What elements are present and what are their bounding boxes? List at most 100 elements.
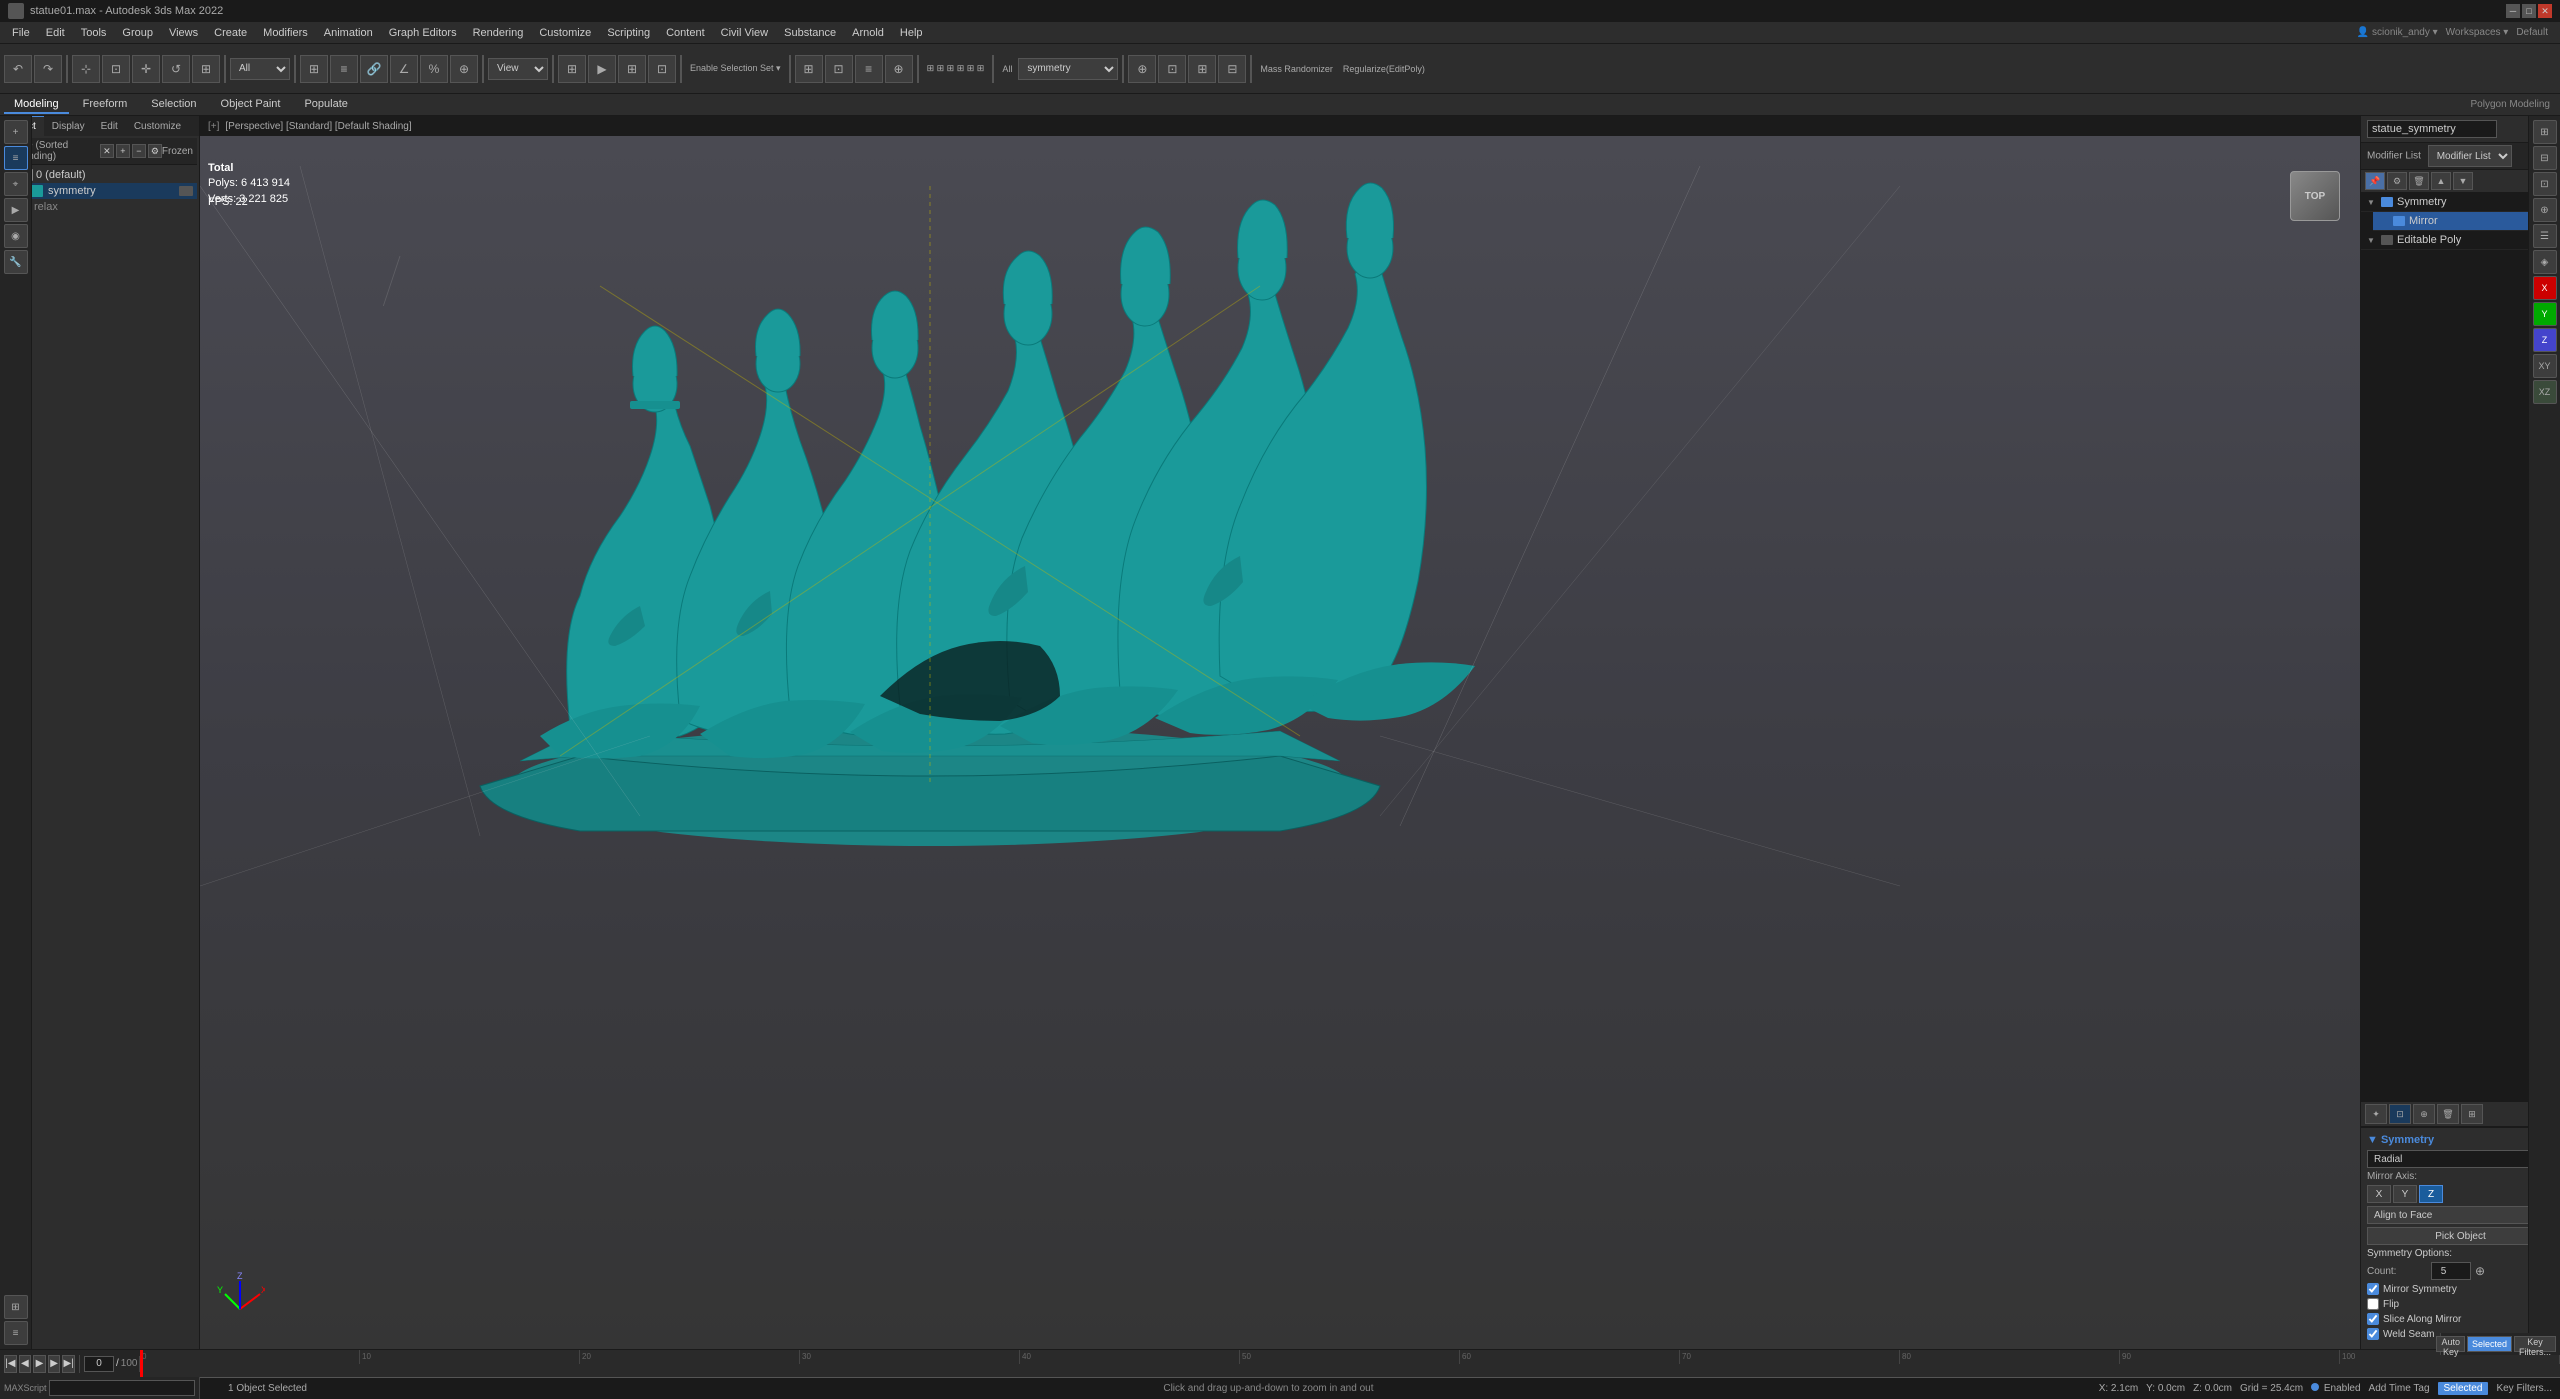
fr-icon-1[interactable]: ⊞: [2533, 120, 2557, 144]
tree-collapse-btn[interactable]: −: [132, 144, 146, 158]
render-button[interactable]: ▶: [588, 55, 616, 83]
rotate-button[interactable]: ↺: [162, 55, 190, 83]
menu-content[interactable]: Content: [658, 22, 713, 43]
render-region-button[interactable]: ⊡: [648, 55, 676, 83]
count-input[interactable]: [2431, 1262, 2471, 1280]
extra-tool-3[interactable]: ⊞: [1188, 55, 1216, 83]
fr-icon-3[interactable]: ⊡: [2533, 172, 2557, 196]
tree-close-btn[interactable]: ✕: [100, 144, 114, 158]
menu-file[interactable]: File: [4, 22, 38, 43]
fr-icon-xy[interactable]: XY: [2533, 354, 2557, 378]
main-viewport[interactable]: [+] [Perspective] [Standard] [Default Sh…: [200, 116, 2360, 1349]
menu-graph-editors[interactable]: Graph Editors: [381, 22, 465, 43]
mod-prop-btn-1[interactable]: ✦: [2365, 1104, 2387, 1124]
fl-icon-snap[interactable]: ⊞: [4, 1295, 28, 1319]
select-object-button[interactable]: ⊹: [72, 55, 100, 83]
command-panel-motion[interactable]: ▶: [4, 198, 28, 222]
extra-tool-2[interactable]: ⊡: [1158, 55, 1186, 83]
command-panel-create[interactable]: +: [4, 120, 28, 144]
mod-prop-btn-3[interactable]: ⊕: [2413, 1104, 2435, 1124]
tree-settings-btn[interactable]: ⚙: [148, 144, 162, 158]
snap-button[interactable]: 🔗: [360, 55, 388, 83]
layer-manager-button[interactable]: ⊞: [795, 55, 823, 83]
command-panel-utilities[interactable]: 🔧: [4, 250, 28, 274]
mod-eye-symmetry[interactable]: [2381, 197, 2393, 207]
menu-create[interactable]: Create: [206, 22, 255, 43]
fr-icon-4[interactable]: ⊕: [2533, 198, 2557, 222]
play-btn[interactable]: ▶: [33, 1355, 46, 1373]
spinner-snap-button[interactable]: ⊕: [450, 55, 478, 83]
align-to-face-btn[interactable]: Align to Face ↺: [2367, 1206, 2554, 1224]
pick-object-btn[interactable]: Pick Object: [2367, 1227, 2554, 1245]
flip-checkbox[interactable]: [2367, 1298, 2379, 1310]
percent-snap-button[interactable]: %: [420, 55, 448, 83]
slice-along-mirror-checkbox[interactable]: [2367, 1313, 2379, 1325]
fr-icon-xyz-y[interactable]: Y: [2533, 302, 2557, 326]
menu-scripting[interactable]: Scripting: [599, 22, 658, 43]
axis-x-btn[interactable]: X: [2367, 1185, 2391, 1203]
scene-tab-edit[interactable]: Edit: [93, 116, 126, 136]
key-filters-btn[interactable]: Key Filters...: [2514, 1336, 2556, 1352]
selected-badge[interactable]: Selected: [2467, 1336, 2512, 1352]
viewport-canvas[interactable]: Total Polys: 6 413 914 Verts: 3 221 825 …: [200, 136, 2360, 1349]
fr-icon-xz[interactable]: XZ: [2533, 380, 2557, 404]
ribbon-tab-freeform[interactable]: Freeform: [73, 96, 138, 114]
status-add-time-tag[interactable]: Add Time Tag: [2369, 1383, 2430, 1394]
render-frame-button[interactable]: ⊞: [618, 55, 646, 83]
status-key-filters[interactable]: Key Filters...: [2496, 1383, 2552, 1394]
tree-expand-btn[interactable]: +: [116, 144, 130, 158]
menu-group[interactable]: Group: [114, 22, 161, 43]
mod-move-down-btn[interactable]: ▼: [2453, 172, 2473, 190]
fr-icon-6[interactable]: ◈: [2533, 250, 2557, 274]
undo-button[interactable]: ↶: [4, 55, 32, 83]
ribbon-tab-populate[interactable]: Populate: [294, 96, 357, 114]
menu-animation[interactable]: Animation: [316, 22, 381, 43]
scene-tab-display[interactable]: Display: [44, 116, 93, 136]
scale-button[interactable]: ⊞: [192, 55, 220, 83]
axis-y-btn[interactable]: Y: [2393, 1185, 2417, 1203]
minimize-button[interactable]: ─: [2506, 4, 2520, 18]
ribbon-tab-selection[interactable]: Selection: [141, 96, 206, 114]
align-button[interactable]: ≡: [330, 55, 358, 83]
viewcube-body[interactable]: TOP: [2290, 171, 2340, 221]
menu-rendering[interactable]: Rendering: [465, 22, 532, 43]
symmetry-dropdown[interactable]: symmetry: [1018, 58, 1118, 80]
command-panel-modify[interactable]: ≡: [4, 146, 28, 170]
menu-tools[interactable]: Tools: [73, 22, 115, 43]
ribbon-tab-object-paint[interactable]: Object Paint: [211, 96, 291, 114]
count-spinner[interactable]: ⊕: [2475, 1264, 2485, 1278]
command-panel-display[interactable]: ◉: [4, 224, 28, 248]
tree-eye-icon[interactable]: [179, 186, 193, 196]
auto-key-btn[interactable]: Auto Key: [2436, 1336, 2465, 1352]
window-controls[interactable]: ─ □ ✕: [2506, 4, 2552, 18]
mod-eye-epoly[interactable]: [2381, 235, 2393, 245]
timeline-track[interactable]: 0 10 20 30 40 50 60 70 80 90 100: [140, 1350, 2560, 1377]
mod-prop-btn-4[interactable]: 🗑: [2437, 1104, 2459, 1124]
fr-icon-xyz-z[interactable]: Z: [2533, 328, 2557, 352]
extra-tool-1[interactable]: ⊕: [1128, 55, 1156, 83]
maximize-button[interactable]: □: [2522, 4, 2536, 18]
angle-snap-button[interactable]: ∠: [390, 55, 418, 83]
mod-eye-mirror[interactable]: [2393, 216, 2405, 226]
mod-prop-btn-2[interactable]: ⊡: [2389, 1104, 2411, 1124]
current-frame-input[interactable]: [84, 1356, 114, 1372]
mod-move-up-btn[interactable]: ▲: [2431, 172, 2451, 190]
mod-configure-btn[interactable]: ⚙: [2387, 172, 2407, 190]
helpers-button[interactable]: ⊕: [885, 55, 913, 83]
next-frame-btn[interactable]: ▶: [48, 1355, 61, 1373]
timeline-playhead[interactable]: [140, 1350, 143, 1377]
move-button[interactable]: ✛: [132, 55, 160, 83]
fr-icon-5[interactable]: ☰: [2533, 224, 2557, 248]
mod-prop-btn-5[interactable]: ⊞: [2461, 1104, 2483, 1124]
modifier-list-dropdown[interactable]: Modifier List: [2428, 145, 2512, 167]
mod-pin-btn[interactable]: 📌: [2365, 172, 2385, 190]
axis-z-btn[interactable]: Z: [2419, 1185, 2443, 1203]
view-dropdown[interactable]: View: [488, 58, 548, 80]
prev-frame-btn[interactable]: ◀: [19, 1355, 32, 1373]
close-button[interactable]: ✕: [2538, 4, 2552, 18]
mirror-button[interactable]: ⊞: [300, 55, 328, 83]
menu-customize[interactable]: Customize: [531, 22, 599, 43]
mod-delete-btn[interactable]: 🗑: [2409, 172, 2429, 190]
fl-icon-align[interactable]: ≡: [4, 1321, 28, 1345]
ribbon-toggle-button[interactable]: ≡: [855, 55, 883, 83]
